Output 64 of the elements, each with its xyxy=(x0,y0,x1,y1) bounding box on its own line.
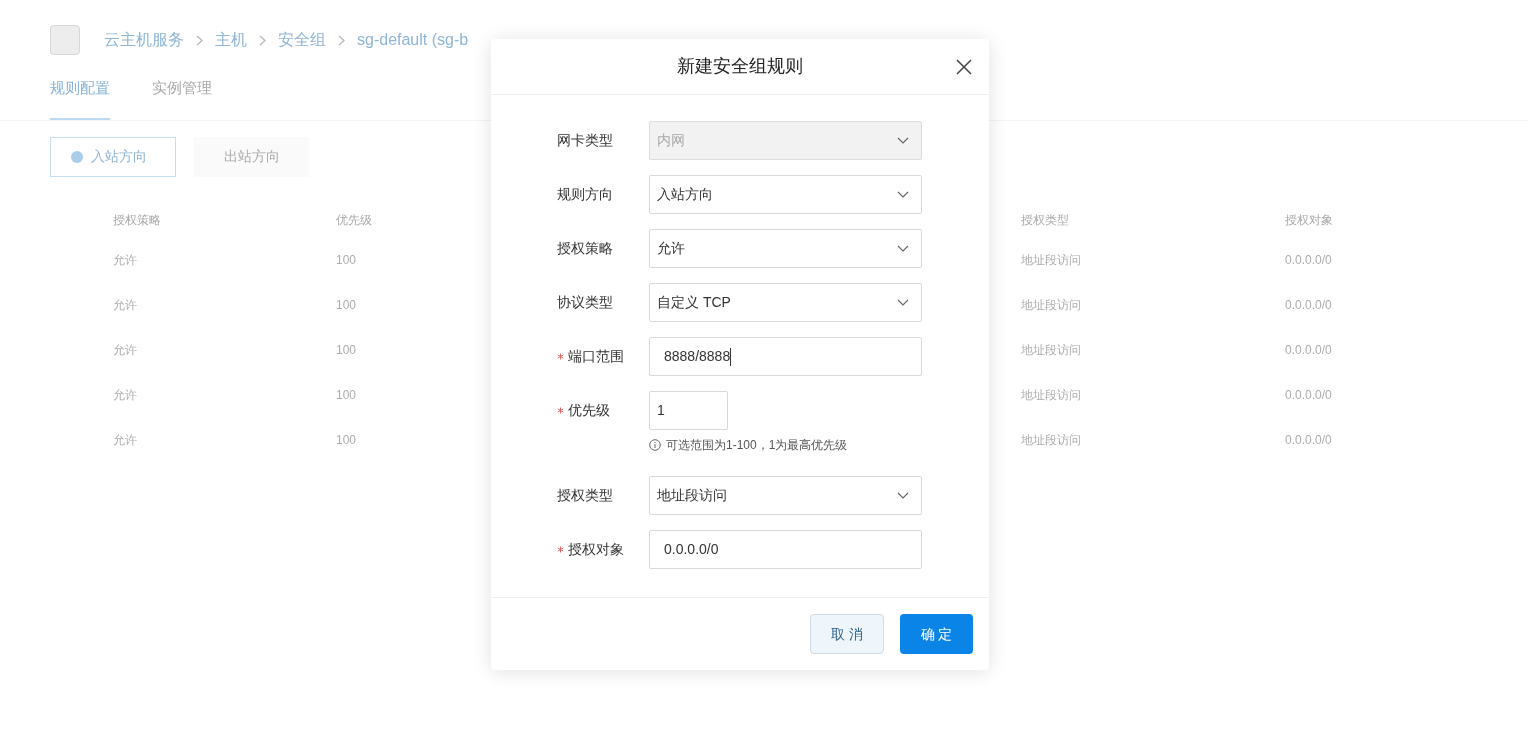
table-cell-text: 允许 xyxy=(113,342,137,359)
column-header: 授权策略 xyxy=(113,211,161,229)
field-label: 授权对象 xyxy=(568,540,624,559)
dropdown[interactable]: 入站方向 xyxy=(649,175,922,214)
input-field[interactable]: 1 xyxy=(649,391,728,430)
chevron-down-icon xyxy=(897,136,909,145)
hint-text: 可选范围为1-100，1为最高优先级 xyxy=(666,437,848,454)
dropdown[interactable]: 自定义 TCP xyxy=(649,283,922,322)
field-label: 优先级 xyxy=(568,401,610,420)
field-label: 授权策略 xyxy=(557,239,613,258)
chevron-down-icon xyxy=(897,244,909,253)
chevron-down-icon xyxy=(897,298,909,307)
breadcrumb-link[interactable]: 云主机服务 xyxy=(104,28,184,52)
tab[interactable]: 规则配置 xyxy=(50,77,110,120)
chevron-down-icon xyxy=(897,491,909,500)
input-field[interactable]: 8888/8888 xyxy=(649,337,922,376)
table-cell-text: 允许 xyxy=(113,252,137,269)
breadcrumb-link[interactable]: sg-default (sg-b xyxy=(357,28,469,52)
tab[interactable]: 实例管理 xyxy=(152,77,212,120)
table-cell-text: 允许 xyxy=(113,387,137,404)
table-cell-text: 0.0.0.0/0 xyxy=(1285,297,1332,314)
table-cell-text: 0.0.0.0/0 xyxy=(1285,387,1332,404)
table-cell-text: 地址段访问 xyxy=(1021,342,1081,359)
chevron-down-icon xyxy=(897,190,909,199)
table-cell-text: 地址段访问 xyxy=(1021,252,1081,269)
close-button[interactable] xyxy=(955,58,973,76)
field-label: 规则方向 xyxy=(557,185,613,204)
close-icon xyxy=(955,58,973,76)
info-icon xyxy=(649,439,661,451)
confirm-button[interactable]: 确 定 xyxy=(900,614,973,654)
cancel-button[interactable]: 取 消 xyxy=(810,614,884,654)
table-cell-text: 100 xyxy=(336,252,357,269)
table-cell-text: 0.0.0.0/0 xyxy=(1285,432,1332,449)
table-cell-text: 100 xyxy=(336,387,357,404)
breadcrumb-link[interactable]: 主机 xyxy=(215,28,247,52)
column-header: 授权类型 xyxy=(1021,211,1069,229)
table-cell-text: 100 xyxy=(336,342,357,359)
direction-tab[interactable]: 入站方向 xyxy=(50,136,176,177)
dropdown[interactable]: 允许 xyxy=(649,229,922,268)
table-cell-text: 地址段访问 xyxy=(1021,297,1081,314)
input-field[interactable]: 0.0.0.0/0 xyxy=(649,530,922,569)
table-cell-text: 地址段访问 xyxy=(1021,387,1081,404)
table-cell-text: 地址段访问 xyxy=(1021,432,1081,449)
chevron-right-icon xyxy=(196,34,203,46)
dialog-title: 新建安全组规则 xyxy=(677,55,803,78)
breadcrumb-link[interactable]: 安全组 xyxy=(278,28,326,52)
table-cell-text: 允许 xyxy=(113,297,137,314)
table-cell-text: 100 xyxy=(336,432,357,449)
field-label: 端口范围 xyxy=(568,347,624,366)
field-label: 协议类型 xyxy=(557,293,613,312)
table-cell-text: 0.0.0.0/0 xyxy=(1285,252,1332,269)
field-label: 网卡类型 xyxy=(557,131,613,150)
chevron-right-icon xyxy=(259,34,266,46)
field-label: 授权类型 xyxy=(557,486,613,505)
logo-icon xyxy=(50,25,80,55)
column-header: 优先级 xyxy=(336,211,372,229)
table-cell-text: 允许 xyxy=(113,432,137,449)
radio-icon xyxy=(71,150,83,163)
table-cell-text: 0.0.0.0/0 xyxy=(1285,342,1332,359)
dropdown[interactable]: 地址段访问 xyxy=(649,476,922,515)
column-header: 授权对象 xyxy=(1285,211,1333,229)
direction-tab[interactable]: 出站方向 xyxy=(194,136,309,177)
chevron-right-icon xyxy=(338,34,345,46)
table-cell-text: 100 xyxy=(336,297,357,314)
